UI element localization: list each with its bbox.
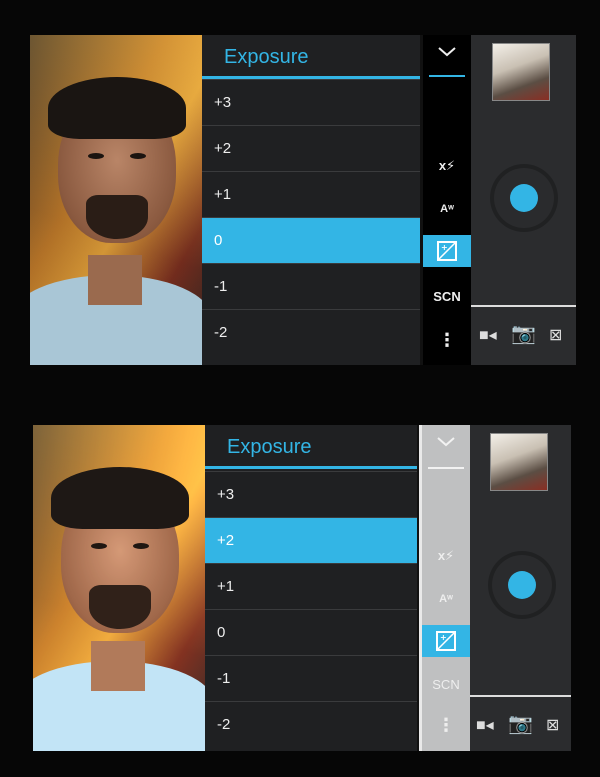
exposure-option-selected[interactable]: 0	[202, 217, 420, 263]
settings-sidebar: x⚡ Aʷ + SCN ⋮	[419, 425, 470, 751]
exposure-option[interactable]: -2	[202, 309, 420, 355]
camera-preview	[33, 425, 205, 751]
white-balance-auto-icon[interactable]: Aʷ	[422, 587, 470, 611]
exposure-option[interactable]: 0	[205, 609, 417, 655]
exposure-icon[interactable]: +	[422, 625, 470, 657]
exposure-menu: Exposure +3 +2 +1 0 -1 -2	[202, 35, 420, 365]
flash-auto-icon[interactable]: x⚡	[422, 543, 470, 569]
camera-icon[interactable]: 📷	[511, 321, 536, 346]
camera-screen-top: Exposure +3 +2 +1 0 -1 -2 x⚡ Aʷ + SCN ⋮ …	[30, 35, 576, 365]
capture-panel: ■◂ 📷 ⊠	[471, 35, 576, 365]
last-photo-thumbnail[interactable]	[490, 433, 548, 491]
svg-text:+: +	[440, 633, 447, 642]
shutter-button-center	[508, 571, 536, 599]
exposure-option[interactable]: +1	[205, 563, 417, 609]
flash-auto-icon[interactable]: x⚡	[423, 153, 471, 179]
shutter-button[interactable]	[494, 168, 554, 228]
exposure-option[interactable]: +3	[205, 471, 417, 517]
menu-title: Exposure	[205, 425, 417, 469]
shutter-button[interactable]	[492, 555, 552, 615]
overflow-dots-icon[interactable]: ⋮	[423, 328, 471, 352]
exposure-option[interactable]: +1	[202, 171, 420, 217]
svg-text:+: +	[441, 243, 448, 252]
white-balance-auto-icon[interactable]: Aʷ	[423, 197, 471, 221]
exposure-option[interactable]: -1	[205, 655, 417, 701]
exposure-option[interactable]: +2	[202, 125, 420, 171]
exposure-option-selected[interactable]: +2	[205, 517, 417, 563]
scene-mode-button[interactable]: SCN	[422, 673, 470, 697]
settings-sidebar: x⚡ Aʷ + SCN ⋮	[423, 35, 471, 365]
scene-mode-button[interactable]: SCN	[423, 285, 471, 309]
exposure-option[interactable]: -2	[205, 701, 417, 747]
exposure-option[interactable]: +3	[202, 79, 420, 125]
panorama-icon[interactable]: ⊠	[549, 325, 562, 345]
camera-icon[interactable]: 📷	[508, 711, 533, 736]
shutter-button-center	[510, 184, 538, 212]
chevron-down-icon[interactable]	[422, 435, 470, 459]
exposure-icon[interactable]: +	[423, 235, 471, 267]
camera-screen-bottom: Exposure +3 +2 +1 0 -1 -2 x⚡ Aʷ + SCN ⋮ …	[33, 425, 571, 751]
exposure-menu: Exposure +3 +2 +1 0 -1 -2	[205, 425, 417, 751]
panorama-icon[interactable]: ⊠	[546, 715, 559, 735]
chevron-down-icon[interactable]	[423, 45, 471, 69]
last-photo-thumbnail[interactable]	[492, 43, 550, 101]
capture-panel: ■◂ 📷 ⊠	[470, 425, 571, 751]
exposure-option[interactable]: -1	[202, 263, 420, 309]
video-icon[interactable]: ■◂	[476, 715, 494, 735]
video-icon[interactable]: ■◂	[479, 325, 497, 345]
camera-preview	[30, 35, 202, 365]
menu-title: Exposure	[202, 35, 420, 79]
overflow-dots-icon[interactable]: ⋮	[422, 713, 470, 737]
